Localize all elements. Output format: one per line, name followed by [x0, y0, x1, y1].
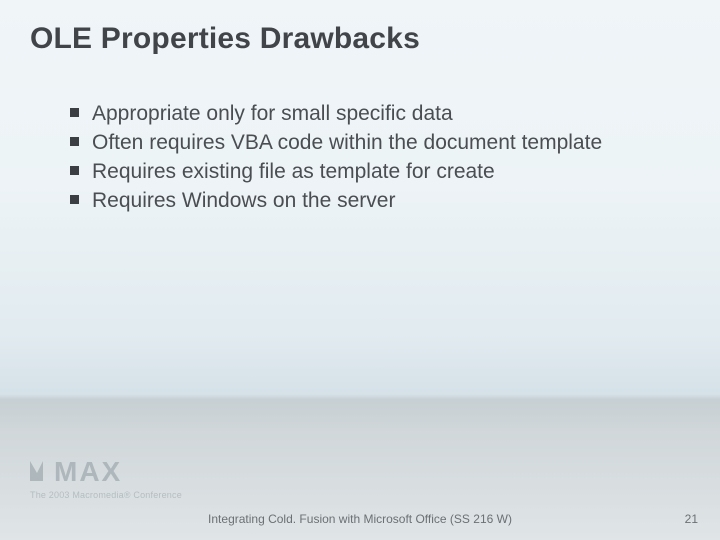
square-bullet-icon — [70, 158, 80, 175]
list-item: Requires existing file as template for c… — [70, 158, 680, 185]
list-item: Requires Windows on the server — [70, 187, 680, 214]
slide-body: Appropriate only for small specific data… — [70, 100, 680, 216]
bullet-text: Requires existing file as template for c… — [92, 158, 495, 185]
square-bullet-icon — [70, 129, 80, 146]
logo-text: MAX — [30, 456, 182, 488]
conference-logo: MAX The 2003 Macromedia® Conference — [30, 456, 182, 500]
square-bullet-icon — [70, 100, 80, 117]
slide-title: OLE Properties Drawbacks — [30, 22, 420, 56]
square-bullet-icon — [70, 187, 80, 204]
list-item: Often requires VBA code within the docum… — [70, 129, 680, 156]
logo-subtitle: The 2003 Macromedia® Conference — [30, 490, 182, 500]
page-number: 21 — [685, 512, 698, 526]
footer-title: Integrating Cold. Fusion with Microsoft … — [0, 512, 720, 526]
bullet-text: Often requires VBA code within the docum… — [92, 129, 602, 156]
list-item: Appropriate only for small specific data — [70, 100, 680, 127]
bullet-text: Appropriate only for small specific data — [92, 100, 453, 127]
bullet-text: Requires Windows on the server — [92, 187, 395, 214]
logo-letters: MAX — [54, 456, 122, 488]
slide: OLE Properties Drawbacks Appropriate onl… — [0, 0, 720, 540]
logo-mark-icon — [30, 456, 56, 488]
